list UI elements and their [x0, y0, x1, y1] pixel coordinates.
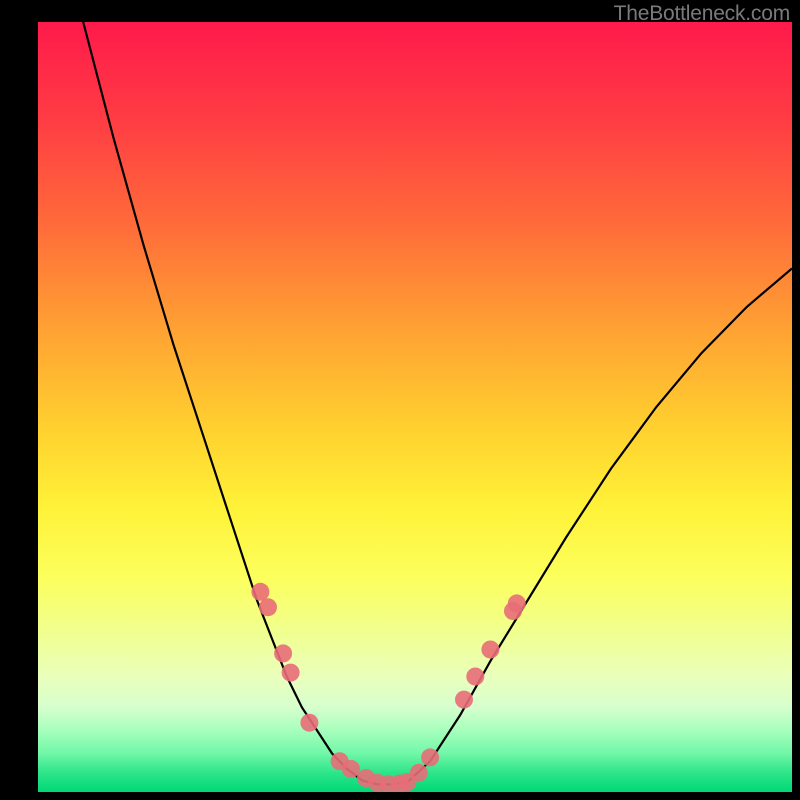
- marker-dot: [466, 668, 484, 686]
- marker-dot: [455, 691, 473, 709]
- marker-dot: [391, 775, 409, 793]
- curve-markers: [251, 583, 525, 792]
- marker-dot: [259, 598, 277, 616]
- v-curve: [83, 22, 792, 784]
- marker-dot: [380, 775, 398, 792]
- marker-dot: [251, 583, 269, 601]
- marker-dot: [342, 760, 360, 778]
- marker-dot: [357, 769, 375, 787]
- marker-dot: [331, 752, 349, 770]
- marker-dot: [300, 714, 318, 732]
- marker-dot: [368, 774, 386, 792]
- marker-dot: [508, 594, 526, 612]
- marker-dot: [274, 644, 292, 662]
- marker-dot: [481, 641, 499, 659]
- bottleneck-curve: [83, 22, 792, 784]
- chart-frame: TheBottleneck.com: [0, 0, 800, 800]
- curve-svg: [38, 22, 792, 792]
- marker-dot: [410, 764, 428, 782]
- marker-dot: [421, 748, 439, 766]
- marker-dot: [399, 773, 417, 791]
- marker-dot: [282, 664, 300, 682]
- plot-area: [38, 22, 792, 792]
- marker-dot: [504, 602, 522, 620]
